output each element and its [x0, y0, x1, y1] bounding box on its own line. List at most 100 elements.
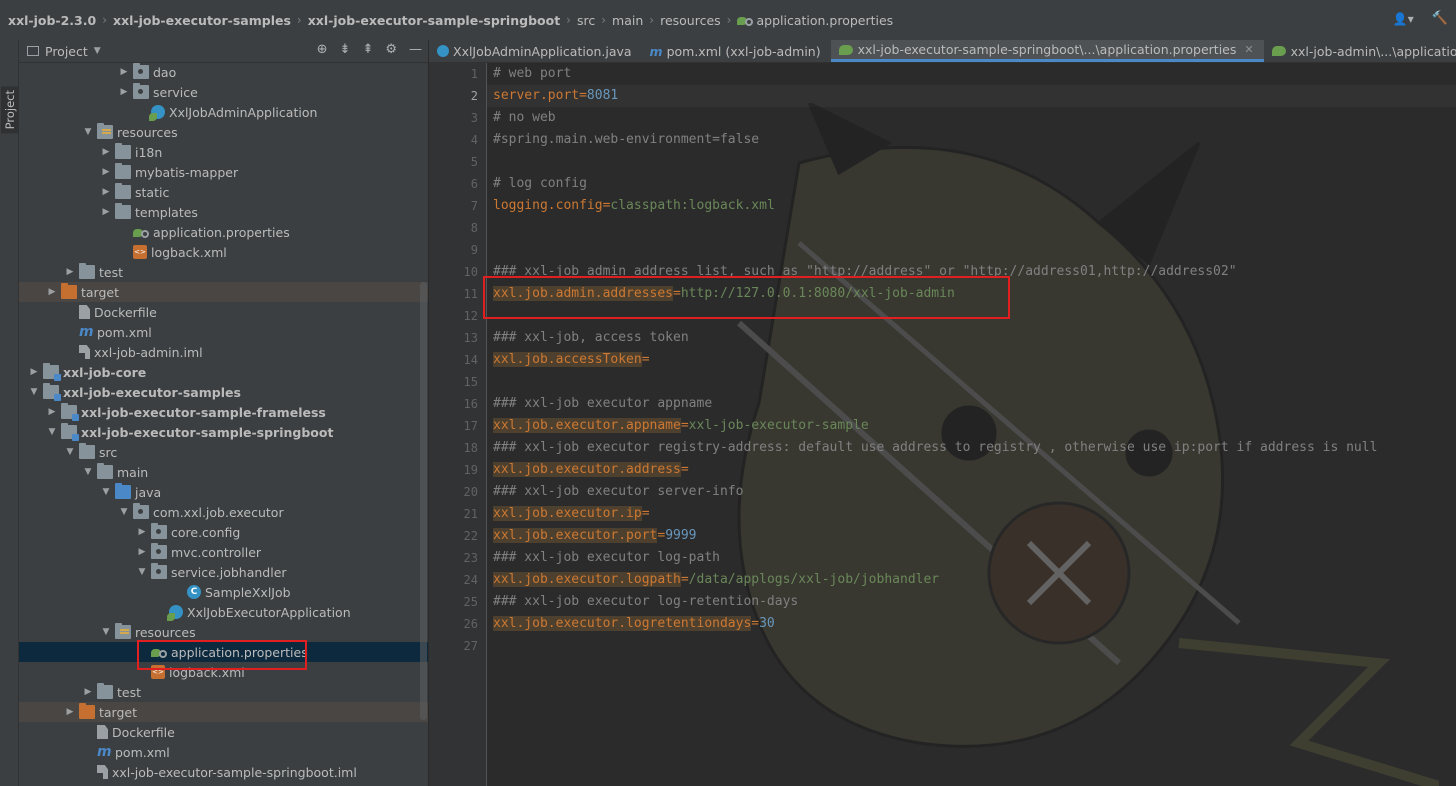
tree-item-label: com.xxl.job.executor — [153, 504, 284, 520]
breadcrumb-item[interactable]: xxl-job-executor-sample-springboot — [308, 13, 560, 28]
chevron-down-icon[interactable]: ▼ — [27, 387, 41, 397]
tree-item[interactable]: Dockerfile — [19, 302, 428, 322]
editor-tab[interactable]: xxl-job-admin\...\application.properties — [1264, 40, 1456, 62]
chevron-right-icon[interactable]: ▶ — [99, 187, 113, 197]
expand-all-icon[interactable]: ⇟ — [340, 42, 351, 57]
project-panel-title[interactable]: Project — [45, 44, 88, 59]
maven-icon: m — [79, 324, 94, 340]
tree-item[interactable]: m pom.xml — [19, 322, 428, 342]
chevron-right-icon[interactable]: ▶ — [135, 547, 149, 557]
locate-icon[interactable]: ⊕ — [317, 42, 328, 57]
tree-item[interactable]: ▶ target — [19, 282, 428, 302]
folder-icon — [115, 143, 131, 159]
chevron-right-icon[interactable]: ▶ — [45, 287, 59, 297]
tree-item[interactable]: ▼ main — [19, 462, 428, 482]
chevron-down-icon[interactable]: ▼ — [99, 487, 113, 497]
chevron-right-icon[interactable]: ▶ — [117, 87, 131, 97]
chevron-right-icon[interactable]: ▶ — [81, 687, 95, 697]
tree-item-label: pom.xml — [97, 324, 152, 340]
tree-item[interactable]: m pom.xml — [19, 742, 428, 762]
tree-item[interactable]: ▼ xxl-job-executor-samples — [19, 382, 428, 402]
chevron-right-icon[interactable]: ▶ — [63, 267, 77, 277]
tree-item[interactable]: ▶ mybatis-mapper — [19, 162, 428, 182]
project-tool-window-button[interactable]: Project — [1, 86, 19, 134]
editor-tab[interactable]: xxl-job-executor-sample-springboot\...\a… — [830, 40, 1264, 62]
tree-item[interactable]: ▼ resources — [19, 622, 428, 642]
left-tool-stripe: Project — [0, 40, 19, 786]
tree-item[interactable]: ▶ templates — [19, 202, 428, 222]
chevron-right-icon[interactable]: ▶ — [117, 67, 131, 77]
hide-icon[interactable]: — — [409, 42, 422, 57]
tree-item[interactable]: ▶ test — [19, 682, 428, 702]
tree-item[interactable]: ▶ mvc.controller — [19, 542, 428, 562]
chevron-right-icon[interactable]: ▶ — [99, 147, 113, 157]
line-number: 21 — [463, 507, 478, 521]
tree-item[interactable]: <> logback.xml — [19, 242, 428, 262]
tree-item[interactable]: ▶ target — [19, 702, 428, 722]
chevron-down-icon[interactable]: ▼ — [81, 467, 95, 477]
chevron-down-icon[interactable]: ▼ — [135, 567, 149, 577]
user-icon[interactable]: 👤▾ — [1393, 12, 1414, 26]
chevron-right-icon[interactable]: ▶ — [135, 527, 149, 537]
tree-item[interactable]: application.properties — [19, 222, 428, 242]
tree-item[interactable]: ▶ dao — [19, 62, 428, 82]
chevron-right-icon[interactable]: ▶ — [45, 407, 59, 417]
chevron-down-icon[interactable]: ▼ — [117, 507, 131, 517]
tree-item[interactable]: ▶ service — [19, 82, 428, 102]
editor-tab[interactable]: XxlJobAdminApplication.java — [429, 40, 642, 62]
breadcrumb-item[interactable]: application.properties — [756, 13, 893, 28]
code-line: #spring.main.web-environment=false — [493, 129, 759, 151]
editor-tab[interactable]: m pom.xml (xxl-job-admin) — [642, 40, 831, 62]
code-line: xxl.job.accessToken= — [493, 349, 650, 371]
code-token: xxl.job.executor.logpath — [493, 572, 681, 587]
breadcrumb-item[interactable]: src — [577, 13, 595, 28]
tree-item[interactable]: ▶ xxl-job-executor-sample-frameless — [19, 402, 428, 422]
code-editor[interactable]: 1 2 3 4 5 6 7 8 9 10 11 12 13 14 15 16 17 18 19 20 21 22 23 24 2… — [429, 63, 1456, 786]
chevron-down-icon[interactable]: ▼ — [81, 127, 95, 137]
tree-item[interactable]: ▶ static — [19, 182, 428, 202]
tree-item[interactable]: ▼ xxl-job-executor-sample-springboot — [19, 422, 428, 442]
tree-item[interactable]: xxl-job-executor-sample-springboot.iml — [19, 762, 428, 782]
close-icon[interactable]: ✕ — [1244, 43, 1253, 56]
breadcrumb-item[interactable]: xxl-job-2.3.0 — [8, 13, 96, 28]
chevron-down-icon[interactable]: ▼ — [94, 46, 101, 56]
chevron-down-icon[interactable]: ▼ — [45, 427, 59, 437]
tree-item[interactable]: ▼ service.jobhandler — [19, 562, 428, 582]
chevron-down-icon[interactable]: ▼ — [99, 627, 113, 637]
breadcrumb-item[interactable]: main — [612, 13, 643, 28]
tree-item[interactable]: ▶ xxl-job-core — [19, 362, 428, 382]
chevron-down-icon[interactable]: ▼ — [63, 447, 77, 457]
chevron-right-icon[interactable]: ▶ — [99, 207, 113, 217]
tree-scrollbar[interactable] — [420, 282, 427, 720]
tree-item[interactable]: ▼ src — [19, 442, 428, 462]
code-token: http://127.0.0.1:8080/xxl-job-admin — [680, 286, 955, 301]
line-number: 27 — [463, 639, 478, 653]
tree-item[interactable]: ▼ com.xxl.job.executor — [19, 502, 428, 522]
chevron-right-icon[interactable]: ▶ — [99, 167, 113, 177]
tree-item[interactable]: ▶ core.config — [19, 522, 428, 542]
collapse-all-icon[interactable]: ⇞ — [362, 42, 373, 57]
tree-item[interactable]: XxlJobAdminApplication — [19, 102, 428, 122]
tree-item[interactable]: C SampleXxlJob — [19, 582, 428, 602]
gear-icon[interactable]: ⚙ — [385, 42, 397, 57]
tree-item-label: mvc.controller — [171, 544, 262, 560]
tree-item[interactable]: ▼ java — [19, 482, 428, 502]
build-hammer-icon[interactable]: 🔨 — [1432, 11, 1448, 26]
tree-item[interactable]: ▶ test — [19, 262, 428, 282]
tree-item[interactable]: <> logback.xml — [19, 662, 428, 682]
chevron-right-icon[interactable]: ▶ — [27, 367, 41, 377]
project-panel-header: Project ▼ ⊕ ⇟ ⇞ ⚙ — — [19, 40, 428, 63]
tree-item[interactable]: ▼ resources — [19, 122, 428, 142]
chevron-right-icon[interactable]: ▶ — [63, 707, 77, 717]
tree-item[interactable]: Dockerfile — [19, 722, 428, 742]
tree-item[interactable]: ▶ i18n — [19, 142, 428, 162]
breadcrumb-item[interactable]: resources — [660, 13, 721, 28]
tree-item[interactable]: application.properties — [19, 642, 428, 662]
xml-file-icon: <> — [151, 665, 165, 679]
tree-item-label: i18n — [135, 144, 163, 160]
breadcrumb-separator-icon: › — [102, 13, 108, 27]
breadcrumb-item[interactable]: xxl-job-executor-samples — [113, 13, 291, 28]
tree-item[interactable]: XxlJobExecutorApplication — [19, 602, 428, 622]
tree-item[interactable]: xxl-job-admin.iml — [19, 342, 428, 362]
code-line: ### xxl-job executor server-info — [493, 481, 743, 503]
